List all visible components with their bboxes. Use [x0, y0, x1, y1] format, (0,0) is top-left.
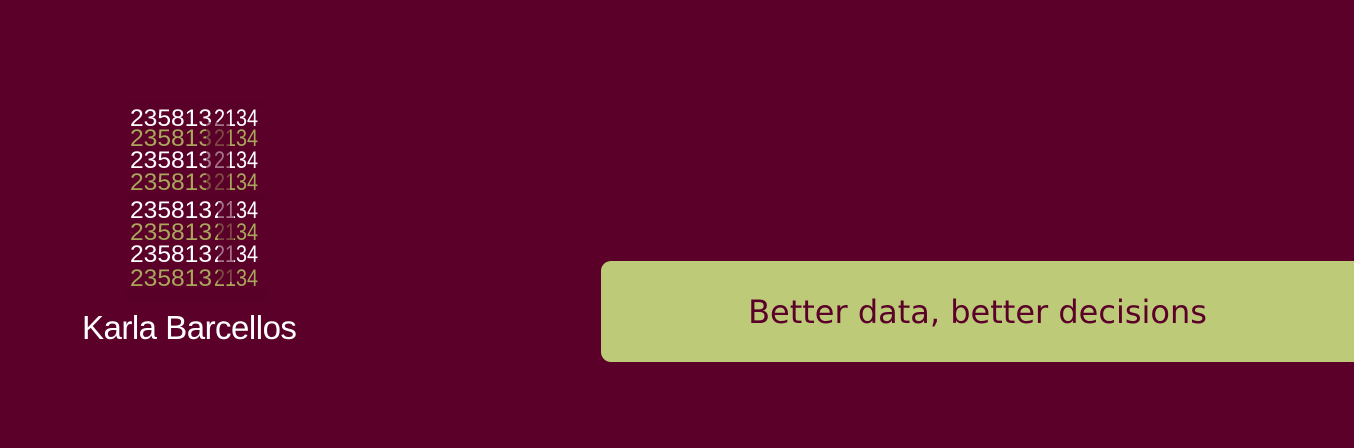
logo-digit-row: 235813 2134 [130, 169, 258, 196]
logo-digits-left: 235813 [130, 169, 212, 196]
logo-mask-band [126, 102, 266, 108]
tagline-text: Better data, better decisions [748, 292, 1207, 331]
hero-banner: 235813 2134 235813 2134 235813 2134 235813 2134… [0, 0, 1354, 448]
logo-digits-left: 235813 [130, 241, 212, 268]
fibonacci-digits-logo-icon: 235813 2134235813 2134235813 2134235813 2134… [126, 102, 266, 302]
logo-digit-row: 235813 2134 [130, 241, 258, 268]
logo-mask-band [126, 288, 266, 302]
logo-mask-band [206, 122, 230, 192]
logo: 235813 2134 235813 2134 235813 2134 235813 2134… [126, 102, 266, 302]
logo-digit-row: 235813 2134 [130, 265, 258, 292]
tagline-banner: Better data, better decisions [601, 261, 1354, 362]
logo-digits-left: 235813 [130, 265, 212, 292]
logo-mask-band [218, 202, 234, 282]
brand-name: Karla Barcellos [82, 309, 297, 346]
logo-mask-band [126, 194, 266, 200]
